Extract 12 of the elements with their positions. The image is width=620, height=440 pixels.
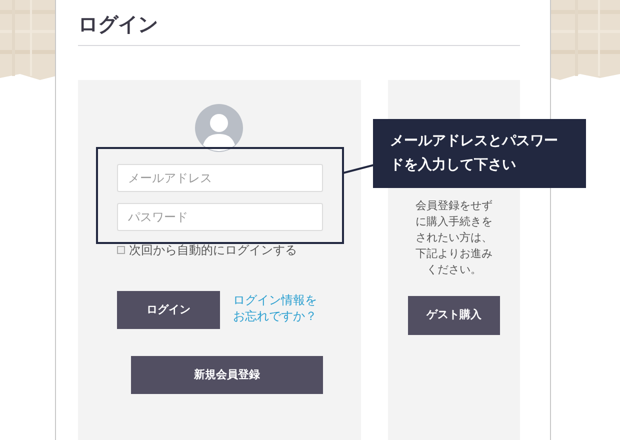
email-field[interactable]: メールアドレス bbox=[117, 164, 323, 192]
register-button[interactable]: 新規会員登録 bbox=[131, 356, 323, 394]
guest-info-text: 会員登録をせずに購入手続きをされたい方は、下記よりお進みください。 bbox=[414, 198, 494, 278]
leader-line bbox=[343, 164, 374, 174]
remember-label: 次回から自動的にログインする bbox=[129, 242, 297, 259]
guest-purchase-button[interactable]: ゲスト購入 bbox=[408, 296, 500, 335]
password-field[interactable]: パスワード bbox=[117, 203, 323, 231]
callout: メールアドレスとパスワードを入力して下さい bbox=[373, 119, 586, 188]
page-title: ログイン bbox=[78, 11, 159, 38]
avatar-icon bbox=[195, 104, 243, 152]
remember-checkbox[interactable] bbox=[117, 246, 125, 254]
login-button[interactable]: ログイン bbox=[117, 291, 220, 329]
